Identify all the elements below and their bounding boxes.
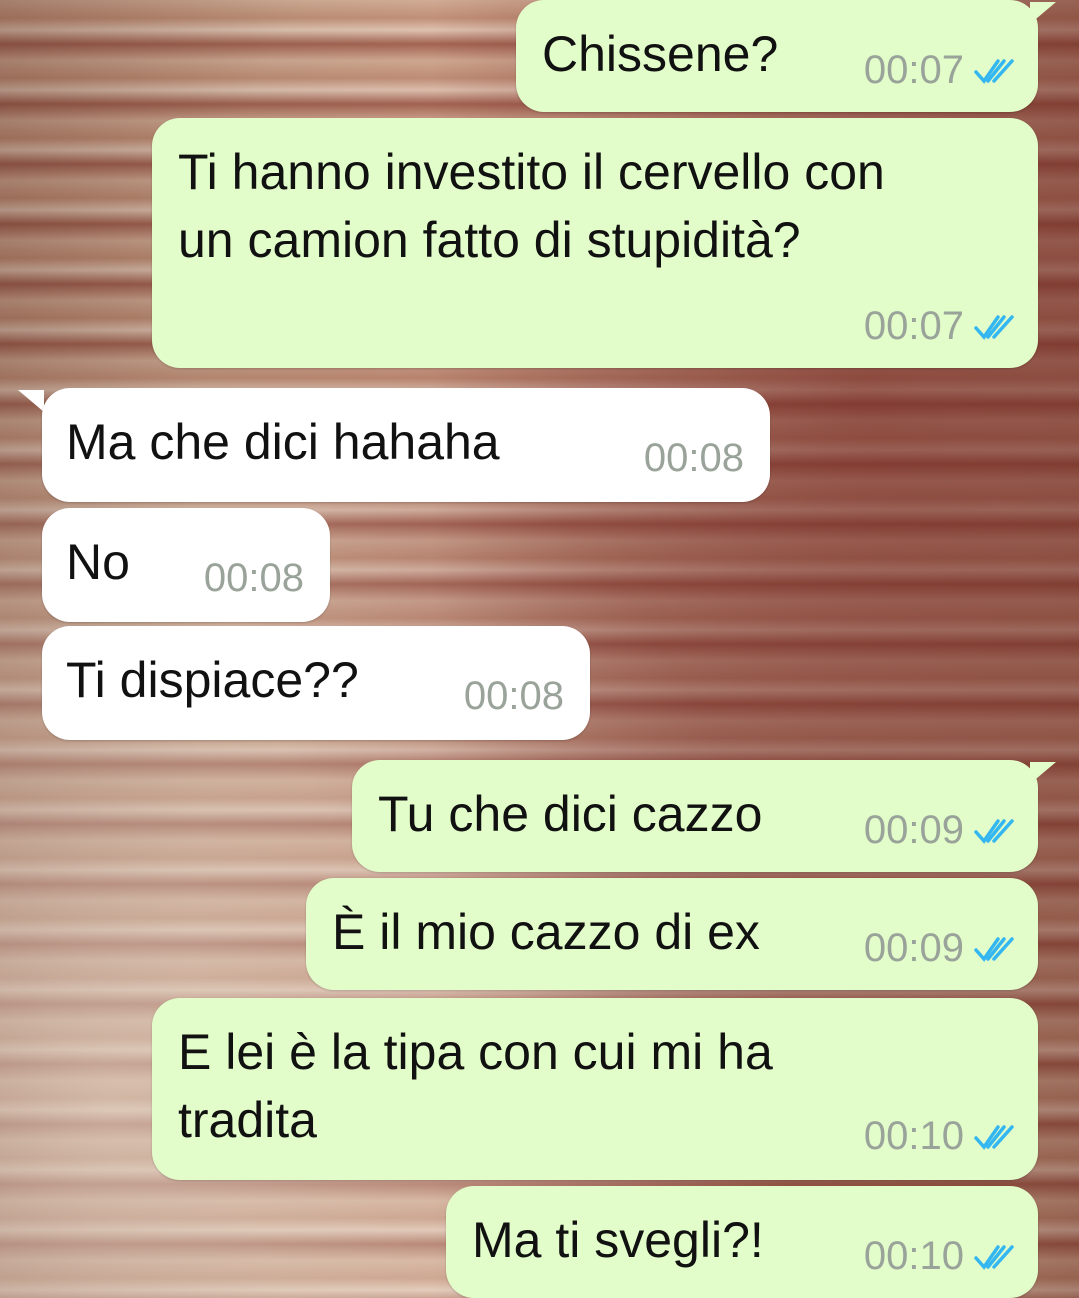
message-bubble-incoming[interactable]: Ti dispiace?? 00:08 — [42, 626, 590, 740]
message-text: Ma ti svegli?! — [472, 1212, 764, 1268]
message-bubble-outgoing[interactable]: E lei è la tipa con cui mi ha tradita 00… — [152, 998, 1038, 1180]
message-time: 00:08 — [463, 674, 564, 718]
message-meta: 00:07 — [864, 48, 1016, 93]
message-bubble-outgoing[interactable]: Chissene? 00:07 — [516, 0, 1038, 112]
message-meta: 00:09 — [864, 926, 1016, 971]
bubble-tail — [18, 390, 44, 412]
message-bubble-incoming[interactable]: No 00:08 — [42, 508, 330, 622]
message-time: 00:09 — [863, 926, 964, 970]
message-meta: 00:08 — [644, 436, 744, 481]
double-check-icon — [974, 1124, 1014, 1150]
message-time: 00:07 — [863, 48, 964, 92]
bubble-tail — [1030, 2, 1056, 24]
bubble-tail — [1030, 762, 1056, 784]
message-text: Chissene? — [542, 26, 779, 82]
message-bubble-outgoing[interactable]: Ti hanno investito il cervello con un ca… — [152, 118, 1038, 368]
message-bubble-outgoing[interactable]: Tu che dici cazzo 00:09 — [352, 760, 1038, 872]
message-time: 00:07 — [863, 304, 964, 348]
message-meta: 00:07 — [864, 304, 1016, 349]
message-time: 00:09 — [863, 808, 964, 852]
double-check-icon — [974, 936, 1014, 962]
message-meta: 00:10 — [864, 1114, 1016, 1159]
message-bubble-outgoing[interactable]: È il mio cazzo di ex 00:09 — [306, 878, 1038, 990]
double-check-icon — [974, 314, 1014, 340]
message-text: Ti hanno investito il cervello con un ca… — [178, 144, 885, 268]
double-check-icon — [974, 58, 1014, 84]
message-time: 00:08 — [203, 556, 304, 600]
message-text: Ma che dici hahaha — [66, 414, 500, 470]
double-check-icon — [974, 1244, 1014, 1270]
message-time: 00:10 — [863, 1234, 964, 1278]
message-text: Tu che dici cazzo — [378, 786, 763, 842]
message-text: Ti dispiace?? — [66, 652, 359, 708]
message-meta: 00:08 — [204, 556, 304, 601]
message-text: No — [66, 534, 130, 590]
double-check-icon — [974, 818, 1014, 844]
message-time: 00:10 — [863, 1114, 964, 1158]
message-time: 00:08 — [643, 436, 744, 480]
message-bubble-incoming[interactable]: Ma che dici hahaha 00:08 — [42, 388, 770, 502]
message-meta: 00:10 — [864, 1234, 1016, 1279]
message-meta: 00:09 — [864, 808, 1016, 853]
message-bubble-outgoing[interactable]: Ma ti svegli?! 00:10 — [446, 1186, 1038, 1298]
message-text: È il mio cazzo di ex — [332, 904, 760, 960]
message-text: E lei è la tipa con cui mi ha tradita — [178, 1024, 773, 1148]
message-meta: 00:08 — [464, 674, 564, 719]
